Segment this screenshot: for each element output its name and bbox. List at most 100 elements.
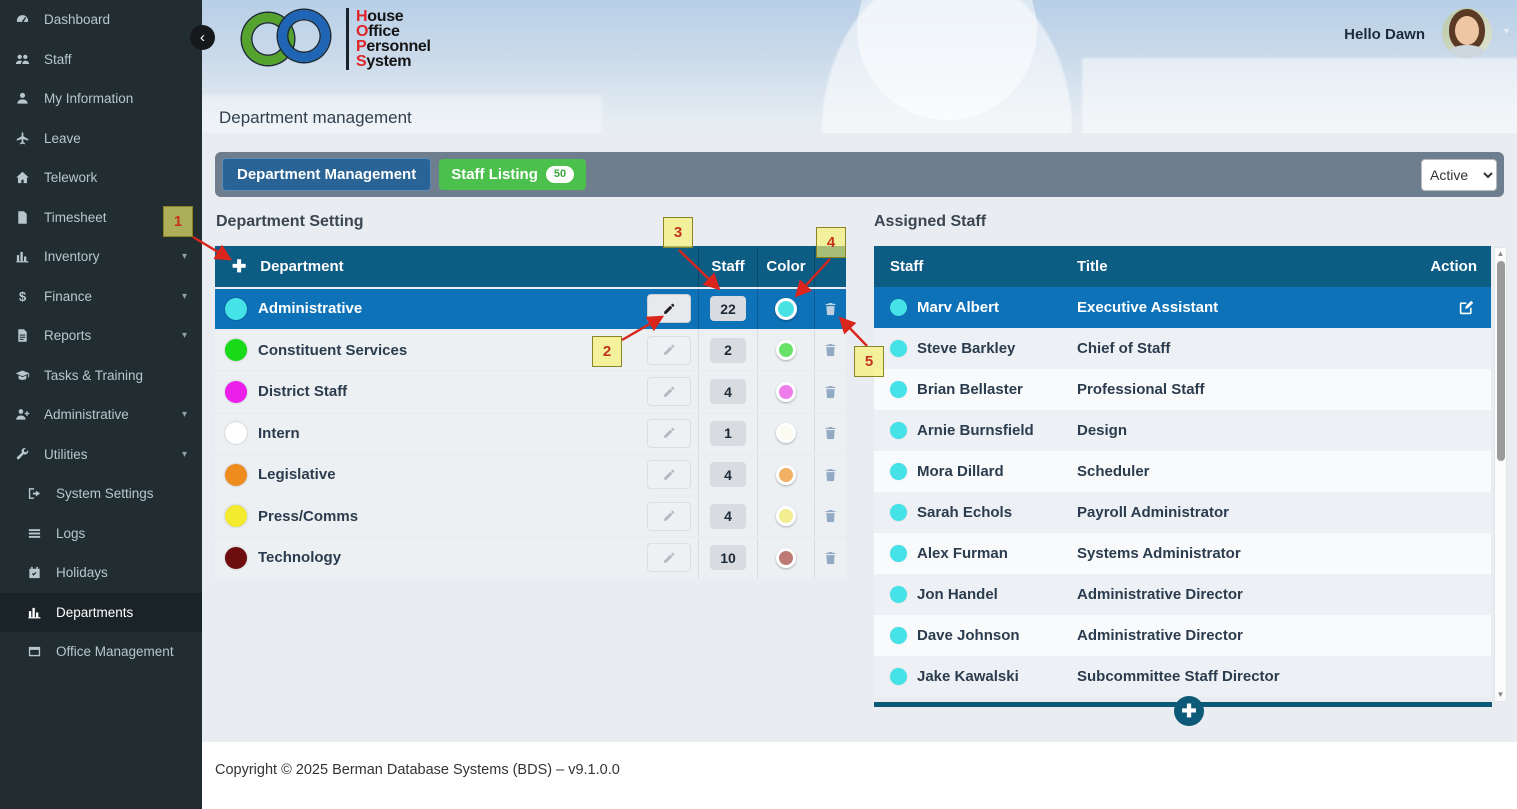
trash-icon [823, 301, 838, 317]
copyright-text: Copyright © 2025 Berman Database Systems… [215, 762, 620, 778]
department-color-dot [225, 381, 247, 403]
sidebar-item[interactable]: Administrative ▾ [0, 395, 202, 435]
logo-word: House [356, 9, 431, 24]
edit-department-button[interactable] [647, 419, 691, 448]
department-row[interactable]: Technology 10 [215, 538, 846, 578]
sidebar-item[interactable]: System Settings [0, 474, 202, 514]
sidebar-item-label: Staff [44, 52, 72, 67]
sidebar-item[interactable]: Inventory ▾ [0, 237, 202, 277]
department-row[interactable]: Press/Comms 4 [215, 497, 846, 537]
department-color-swatch[interactable] [776, 506, 796, 526]
sidebar-item[interactable]: Tasks & Training [0, 356, 202, 396]
staff-name: Marv Albert [917, 299, 999, 316]
edit-department-button[interactable] [647, 336, 691, 365]
department-row[interactable]: Administrative 22 [215, 289, 846, 329]
staff-name: Alex Furman [917, 545, 1008, 562]
delete-department-button[interactable] [823, 550, 838, 566]
file-icon [15, 210, 36, 225]
staff-row[interactable]: Jake Kawalski Subcommittee Staff Directo… [874, 656, 1491, 697]
sidebar-item[interactable]: Staff [0, 40, 202, 80]
edit-department-button[interactable] [647, 543, 691, 572]
department-row[interactable]: District Staff 4 [215, 372, 846, 412]
sidebar-item[interactable]: Utilities ▾ [0, 435, 202, 475]
status-filter-select[interactable]: Active [1421, 159, 1497, 191]
pencil-icon [662, 551, 676, 565]
scrollbar-thumb[interactable] [1497, 261, 1505, 461]
delete-department-button[interactable] [823, 425, 838, 441]
staff-row[interactable]: Sarah Echols Payroll Administrator [874, 492, 1491, 533]
staff-row[interactable]: Dave Johnson Administrative Director [874, 615, 1491, 656]
delete-department-button[interactable] [823, 384, 838, 400]
edit-department-button[interactable] [647, 502, 691, 531]
staff-row[interactable]: Alex Furman Systems Administrator [874, 533, 1491, 574]
department-color-swatch[interactable] [776, 382, 796, 402]
user-plus-icon [15, 407, 36, 422]
staff-row[interactable]: Marv Albert Executive Assistant [874, 287, 1491, 328]
edit-department-button[interactable] [647, 294, 691, 323]
scroll-down-icon[interactable]: ▼ [1497, 691, 1505, 699]
sidebar-item[interactable]: Reports ▾ [0, 316, 202, 356]
avatar-shoulders [1448, 45, 1486, 58]
sidebar-item-label: Inventory [44, 249, 100, 264]
trash-icon [823, 550, 838, 566]
department-color-swatch[interactable] [776, 423, 796, 443]
pencil-icon [662, 509, 676, 523]
sidebar-item[interactable]: $ Finance ▾ [0, 277, 202, 317]
department-color-swatch[interactable] [776, 465, 796, 485]
department-table-header: ✚ Department Staff Color [215, 246, 846, 287]
delete-department-button[interactable] [823, 342, 838, 358]
staff-table-header: Staff Title Action [874, 246, 1491, 287]
sidebar-item[interactable]: Leave [0, 119, 202, 159]
sidebar-item[interactable]: Holidays [0, 553, 202, 593]
tab-staff-listing[interactable]: Staff Listing 50 [439, 159, 586, 190]
staff-name: Steve Barkley [917, 340, 1015, 357]
sidebar-item[interactable]: Office Management [0, 632, 202, 672]
staff-row[interactable]: Arnie Burnsfield Design [874, 410, 1491, 451]
sidebar-item-label: Dashboard [44, 12, 110, 27]
sidebar-item[interactable]: Departments [0, 593, 202, 633]
edit-department-button[interactable] [647, 460, 691, 489]
trash-icon [823, 384, 838, 400]
hops-logo: House Office Personnel System [242, 8, 431, 70]
sidebar-item[interactable]: Logs [0, 514, 202, 554]
calendar-icon [27, 565, 48, 580]
staff-row[interactable]: Mora Dillard Scheduler [874, 451, 1491, 492]
sidebar-nav: Dashboard Staff My Information [0, 0, 202, 672]
department-row[interactable]: Intern 1 [215, 414, 846, 454]
department-color-swatch[interactable] [776, 340, 796, 360]
sidebar-item[interactable]: My Information [0, 79, 202, 119]
staff-count-pill: 50 [546, 166, 574, 183]
sidebar-item[interactable]: Telework [0, 158, 202, 198]
tab-department-management[interactable]: Department Management [222, 158, 431, 191]
staff-row[interactable]: Steve Barkley Chief of Staff [874, 328, 1491, 369]
add-department-icon[interactable]: ✚ [232, 257, 246, 277]
staff-color-dot [890, 381, 907, 398]
staff-count-badge: 4 [710, 379, 746, 404]
department-color-swatch[interactable] [776, 548, 796, 568]
staff-table-scrollbar[interactable]: ▲ ▼ [1494, 247, 1507, 702]
add-staff-button[interactable]: ✚ [1174, 696, 1204, 726]
assigned-staff-title: Assigned Staff [874, 213, 986, 231]
department-name: Constituent Services [258, 342, 407, 359]
department-name: District Staff [258, 383, 347, 400]
pencil-icon [662, 385, 676, 399]
delete-department-button[interactable] [823, 467, 838, 483]
department-color-swatch[interactable] [775, 298, 797, 320]
department-row[interactable]: Constituent Services 2 [215, 331, 846, 371]
user-menu-caret-icon[interactable]: ▾ [1504, 26, 1509, 37]
scroll-up-icon[interactable]: ▲ [1497, 250, 1505, 258]
edit-department-button[interactable] [647, 377, 691, 406]
staff-title: Executive Assistant [1077, 299, 1418, 316]
logo-word: System [356, 54, 431, 69]
staff-row[interactable]: Jon Handel Administrative Director [874, 574, 1491, 615]
department-row[interactable]: Legislative 4 [215, 455, 846, 495]
user-avatar[interactable] [1442, 8, 1492, 58]
delete-department-button[interactable] [823, 301, 838, 317]
sidebar-item-label: Holidays [56, 565, 108, 580]
staff-row[interactable]: Brian Bellaster Professional Staff [874, 369, 1491, 410]
delete-department-button[interactable] [823, 508, 838, 524]
sidebar-collapse-button[interactable]: ‹ [190, 25, 215, 50]
edit-staff-button[interactable] [1458, 299, 1475, 316]
wrench-icon [15, 447, 36, 462]
sidebar-item[interactable]: Dashboard [0, 0, 202, 40]
